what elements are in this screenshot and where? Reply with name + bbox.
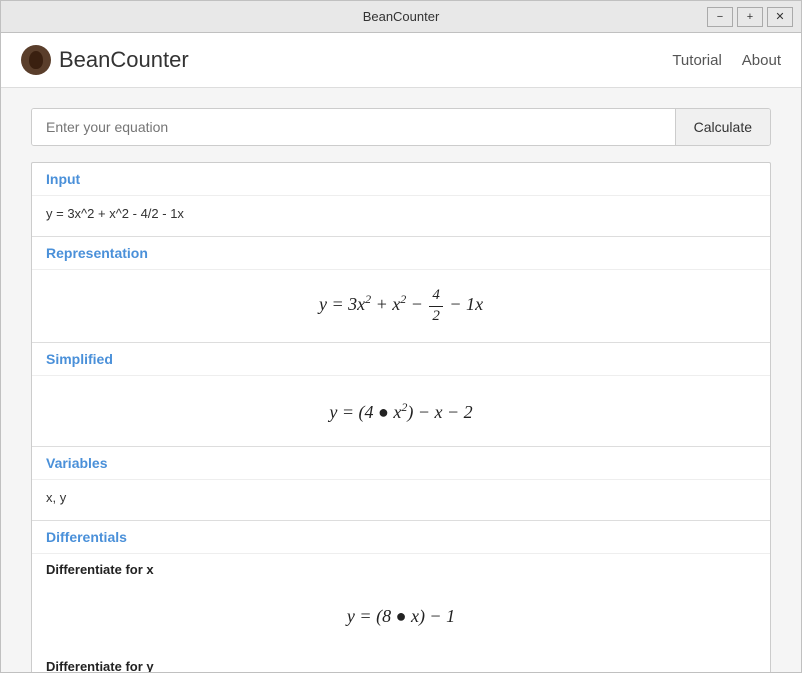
representation-formula: y = 3x2 + x2 − 4 2 − 1x [319,286,483,326]
tutorial-link[interactable]: Tutorial [672,52,721,69]
diff-x-label: Differentiate for x [32,554,770,581]
representation-math: y = 3x2 + x2 − 4 2 − 1x [32,270,770,342]
diff-x-formula: y = (8 ● x) − 1 [347,606,455,627]
input-header: Input [32,163,770,196]
close-button[interactable]: ✕ [767,7,793,27]
variables-header: Variables [32,447,770,480]
representation-section: Representation y = 3x2 + x2 − 4 2 − 1x [32,237,770,343]
equation-input-row: Calculate [31,108,771,146]
minimize-button[interactable]: − [707,7,733,27]
window-controls: − + ✕ [707,7,793,27]
app-window: BeanCounter − + ✕ BeanCounter Tutorial A… [0,0,802,673]
variables-value: x, y [32,480,770,520]
representation-header: Representation [32,237,770,270]
input-section: Input y = 3x^2 + x^2 - 4/2 - 1x [32,163,770,237]
differentials-header: Differentials [32,521,770,554]
diff-y-label: Differentiate for y [32,651,770,672]
logo-area: BeanCounter [21,45,189,75]
input-value: y = 3x^2 + x^2 - 4/2 - 1x [32,196,770,236]
main-body: Calculate Input y = 3x^2 + x^2 - 4/2 - 1… [1,88,801,672]
titlebar: BeanCounter − + ✕ [1,1,801,33]
maximize-button[interactable]: + [737,7,763,27]
logo-icon [21,45,51,75]
window-title: BeanCounter [363,9,440,24]
calculate-button[interactable]: Calculate [675,109,770,145]
header-nav: Tutorial About [672,52,781,69]
app-header: BeanCounter Tutorial About [1,33,801,88]
diff-x-math: y = (8 ● x) − 1 [32,581,770,651]
simplified-header: Simplified [32,343,770,376]
about-link[interactable]: About [742,52,781,69]
simplified-math: y = (4 ● x2) − x − 2 [32,376,770,446]
simplified-formula: y = (4 ● x2) − x − 2 [329,400,472,423]
differentials-section: Differentials Differentiate for x y = (8… [32,521,770,672]
simplified-section: Simplified y = (4 ● x2) − x − 2 [32,343,770,447]
equation-input[interactable] [32,109,675,145]
results-table: Input y = 3x^2 + x^2 - 4/2 - 1x Represen… [31,162,771,672]
content-area: BeanCounter Tutorial About Calculate Inp… [1,33,801,672]
app-logo-text: BeanCounter [59,47,189,73]
variables-section: Variables x, y [32,447,770,521]
